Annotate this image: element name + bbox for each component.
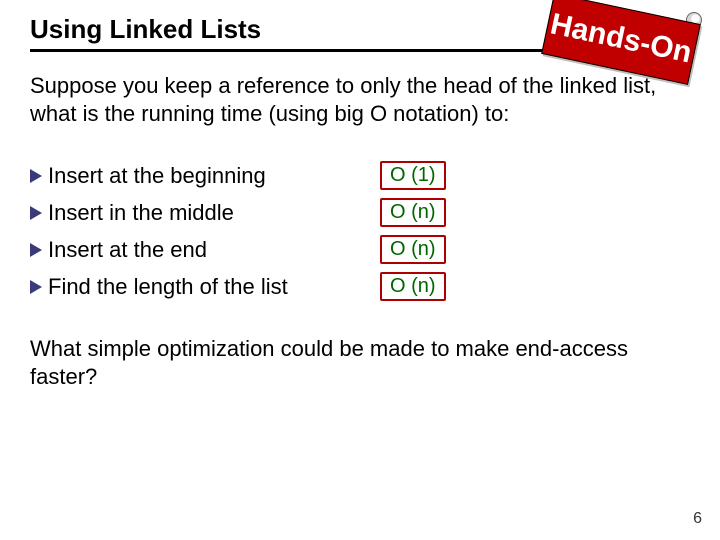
- answer-box: O (n): [380, 235, 446, 264]
- bullet-arrow-icon: [30, 206, 42, 220]
- answer-box: O (1): [380, 161, 446, 190]
- qa-grid: Insert at the beginning O (1) Insert in …: [30, 161, 690, 301]
- answer-box: O (n): [380, 198, 446, 227]
- question-row: Find the length of the list: [30, 274, 380, 300]
- bullet-arrow-icon: [30, 280, 42, 294]
- followup-question: What simple optimization could be made t…: [30, 335, 690, 390]
- bullet-arrow-icon: [30, 169, 42, 183]
- question-row: Insert at the end: [30, 237, 380, 263]
- page-number: 6: [693, 510, 702, 528]
- answer-cell: O (n): [380, 235, 690, 264]
- slide-title: Using Linked Lists: [30, 14, 261, 45]
- intro-text: Suppose you keep a reference to only the…: [30, 72, 690, 127]
- question-text: Insert in the middle: [48, 200, 234, 226]
- answer-cell: O (n): [380, 272, 690, 301]
- question-text: Find the length of the list: [48, 274, 288, 300]
- answer-cell: O (n): [380, 198, 690, 227]
- question-text: Insert at the beginning: [48, 163, 266, 189]
- question-row: Insert at the beginning: [30, 163, 380, 189]
- bullet-arrow-icon: [30, 243, 42, 257]
- question-text: Insert at the end: [48, 237, 207, 263]
- question-row: Insert in the middle: [30, 200, 380, 226]
- answer-box: O (n): [380, 272, 446, 301]
- answer-cell: O (1): [380, 161, 690, 190]
- slide: Using Linked Lists Hands-On Suppose you …: [0, 0, 720, 540]
